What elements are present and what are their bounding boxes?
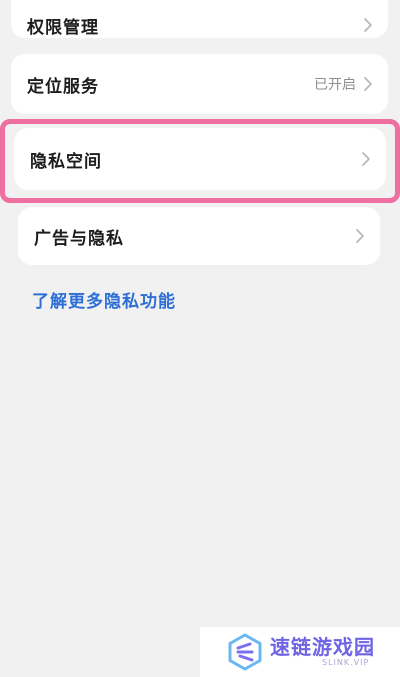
- chevron-right-icon: [354, 228, 366, 244]
- permissions-label: 权限管理: [27, 17, 99, 38]
- learn-more-privacy-link[interactable]: 了解更多隐私功能: [32, 287, 176, 312]
- location-service-status: 已开启: [314, 77, 356, 93]
- location-service-label: 定位服务: [27, 76, 99, 97]
- private-space-label: 隐私空间: [30, 151, 102, 172]
- ads-privacy-row[interactable]: 广告与隐私: [18, 207, 380, 265]
- permissions-row[interactable]: 权限管理: [11, 0, 388, 38]
- ads-privacy-label: 广告与隐私: [34, 228, 124, 249]
- location-service-row[interactable]: 定位服务 已开启: [11, 54, 388, 114]
- watermark-brand: 速链游戏园: [270, 635, 375, 659]
- chevron-right-icon: [360, 151, 372, 167]
- chevron-right-icon: [362, 0, 374, 33]
- watermark-domain: SLINK.VIP: [322, 658, 370, 667]
- private-space-row[interactable]: 隐私空间: [14, 128, 386, 190]
- watermark-logo-icon: [226, 633, 264, 671]
- chevron-right-icon: [362, 76, 374, 92]
- watermark: 速链游戏园 SLINK.VIP: [200, 627, 400, 677]
